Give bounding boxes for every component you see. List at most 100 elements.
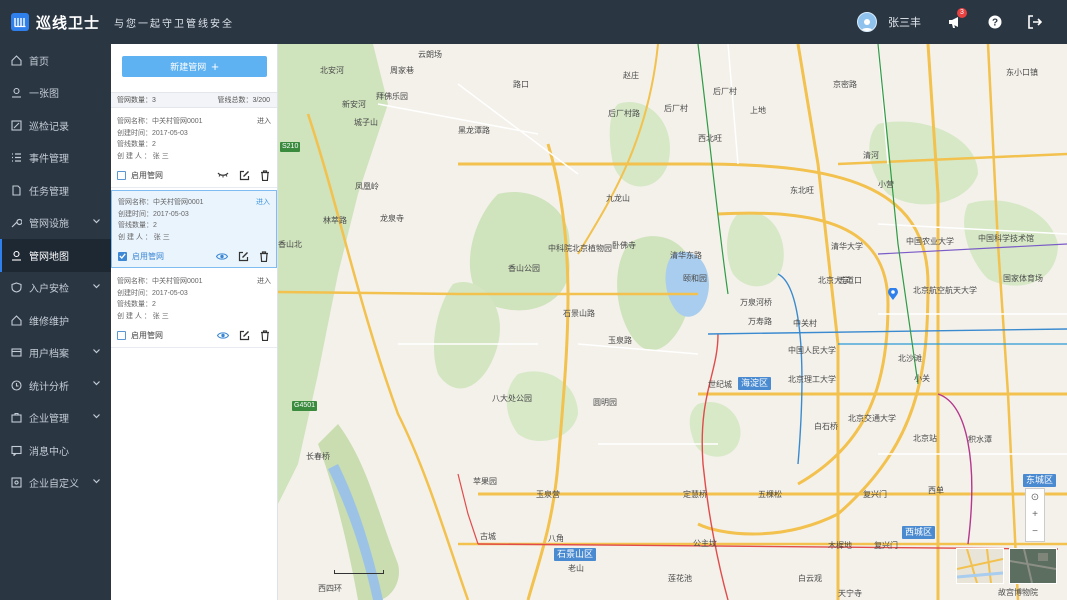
road-shield: S210 xyxy=(280,142,301,152)
map-label: 小关 xyxy=(914,374,930,383)
map-base xyxy=(278,44,1067,600)
network-card-selected[interactable]: 管网名称：中关村管网0001 创建时间：2017-05-03 管线数量：2 创 … xyxy=(111,190,277,268)
new-network-button[interactable]: 新建管网 + xyxy=(122,56,267,77)
zoom-in-button[interactable]: + xyxy=(1032,509,1038,520)
notification-button[interactable]: 3 xyxy=(947,8,967,30)
enable-checkbox-checked[interactable] xyxy=(118,251,127,261)
enter-link[interactable]: 进入 xyxy=(256,197,270,207)
sidebar-item-user-archives[interactable]: 用户档案 xyxy=(0,337,111,370)
enter-link[interactable]: 进入 xyxy=(257,116,271,126)
road-shield: G4501 xyxy=(292,401,318,411)
map-pin-icon xyxy=(10,249,22,261)
network-stats: 管网数量：3 管线总数：3/200 xyxy=(111,92,277,108)
map-label: 中国科学技术馆 xyxy=(978,234,1034,243)
chevron-down-icon xyxy=(93,348,100,353)
map-label: 林萃路 xyxy=(323,216,347,225)
network-line-count: 管线数量：2 xyxy=(118,222,157,229)
network-card[interactable]: 管网名称：中关村管网0001 创建时间：2017-05-03 管线数量：2 创 … xyxy=(111,110,277,188)
network-card[interactable]: 管网名称：中关村管网0001 创建时间：2017-05-03 管线数量：2 创 … xyxy=(111,270,277,348)
map-label: 云朗场 xyxy=(418,50,442,59)
enable-checkbox[interactable] xyxy=(117,170,126,180)
sidebar-item-message-center[interactable]: 消息中心 xyxy=(0,434,111,467)
map-label: 西四环 xyxy=(318,584,342,593)
zoom-out-button[interactable]: − xyxy=(1032,527,1038,537)
network-line-count: 管线数量：2 xyxy=(117,141,156,148)
map-label: 卧佛寺 xyxy=(612,241,636,250)
sidebar-item-statistics[interactable]: 统计分析 xyxy=(0,369,111,402)
map-label: 世纪城 xyxy=(708,380,732,389)
map-label: 黑龙潭路 xyxy=(458,126,490,135)
sidebar-item-event-management[interactable]: 事件管理 xyxy=(0,142,111,175)
trash-icon[interactable] xyxy=(259,329,271,341)
map-label: 中国农业大学 xyxy=(906,237,954,246)
username[interactable]: 张三丰 xyxy=(888,14,921,30)
chevron-down-icon xyxy=(93,478,100,483)
enter-link[interactable]: 进入 xyxy=(257,276,271,286)
network-map[interactable]: 云朗场 北安河 周家巷 路口 赵庄 后厂村 京密路 东小口镇 拜佛乐园 新安河 … xyxy=(278,44,1067,600)
edit-icon[interactable] xyxy=(238,169,250,181)
map-type-satellite[interactable] xyxy=(1009,548,1057,584)
chevron-down-icon xyxy=(93,283,100,288)
network-created: 创建时间：2017-05-03 xyxy=(118,210,189,218)
map-label: 清河 xyxy=(863,151,879,160)
sidebar-item-home-inspection[interactable]: 入户安检 xyxy=(0,272,111,305)
enable-checkbox[interactable] xyxy=(117,330,126,340)
user-avatar[interactable] xyxy=(857,12,877,32)
sidebar-item-label: 消息中心 xyxy=(29,446,69,458)
sidebar-item-label: 用户档案 xyxy=(29,349,69,361)
eye-closed-icon[interactable] xyxy=(217,169,229,181)
map-label: 积水潭 xyxy=(968,435,992,444)
logout-button[interactable] xyxy=(1027,14,1043,30)
map-type-map[interactable] xyxy=(956,548,1004,584)
map-label: 清华大学 xyxy=(831,242,863,251)
district-tag-xicheng: 西城区 xyxy=(902,526,936,539)
chevron-down-icon xyxy=(93,218,100,223)
sidebar-item-enterprise-custom[interactable]: 企业自定义 xyxy=(0,467,111,500)
map-label: 万泉河桥 xyxy=(740,298,772,307)
help-button[interactable]: ? xyxy=(987,14,1003,30)
map-label: 赵庄 xyxy=(623,71,639,80)
map-label: 玉泉营 xyxy=(536,490,560,499)
chevron-down-icon xyxy=(93,413,100,418)
sidebar-item-inspection-records[interactable]: 巡检记录 xyxy=(0,109,111,142)
sidebar-item-home[interactable]: 首页 xyxy=(0,44,111,77)
trash-icon[interactable] xyxy=(258,250,270,262)
map-label: 九龙山 xyxy=(606,194,630,203)
sidebar-item-one-map[interactable]: 一张图 xyxy=(0,77,111,110)
sidebar-item-label: 企业自定义 xyxy=(29,479,79,491)
map-label: 八角 xyxy=(548,534,564,543)
chevron-down-icon xyxy=(93,381,100,386)
sidebar-item-label: 入户安检 xyxy=(29,284,69,296)
map-label: 小营 xyxy=(878,180,894,189)
svg-text:?: ? xyxy=(992,18,998,29)
eye-icon[interactable] xyxy=(217,329,229,341)
map-label: 老山 xyxy=(568,564,584,573)
network-creator: 创 建 人 ： 张 三 xyxy=(117,312,169,320)
sidebar-item-network-facilities[interactable]: 管网设施 xyxy=(0,207,111,240)
help-icon: ? xyxy=(988,15,1002,29)
notification-badge: 3 xyxy=(957,8,967,18)
shield-icon xyxy=(10,282,22,294)
map-label: 国家体育场 xyxy=(1003,274,1043,283)
sidebar-item-task-management[interactable]: 任务管理 xyxy=(0,174,111,207)
eye-icon[interactable] xyxy=(216,250,228,262)
map-pin-icon xyxy=(10,87,22,99)
locate-icon[interactable]: ⊙ xyxy=(1031,492,1039,503)
edit-icon[interactable] xyxy=(237,250,249,262)
map-label: 城子山 xyxy=(354,118,378,127)
new-network-label: 新建管网 xyxy=(170,62,207,72)
sidebar-item-enterprise-management[interactable]: 企业管理 xyxy=(0,402,111,435)
map-label: 拜佛乐园 xyxy=(376,92,408,101)
edit-icon[interactable] xyxy=(238,329,250,341)
network-created: 创建时间：2017-05-03 xyxy=(117,289,188,297)
map-label: 香山公园 xyxy=(508,264,540,273)
trash-icon[interactable] xyxy=(259,169,271,181)
network-name: 管网名称：中关村管网0001 xyxy=(117,118,203,125)
sidebar-item-maintenance[interactable]: 维修维护 xyxy=(0,304,111,337)
map-label: 中国人民大学 xyxy=(788,346,836,355)
map-label: 故宫博物院 xyxy=(998,588,1038,597)
map-label: 颐和园 xyxy=(683,274,707,283)
map-label: 东小口镇 xyxy=(1006,68,1038,77)
sidebar-item-network-map[interactable]: 管网地图 xyxy=(0,239,111,272)
zoom-controls: ⊙ + − xyxy=(1025,488,1045,542)
